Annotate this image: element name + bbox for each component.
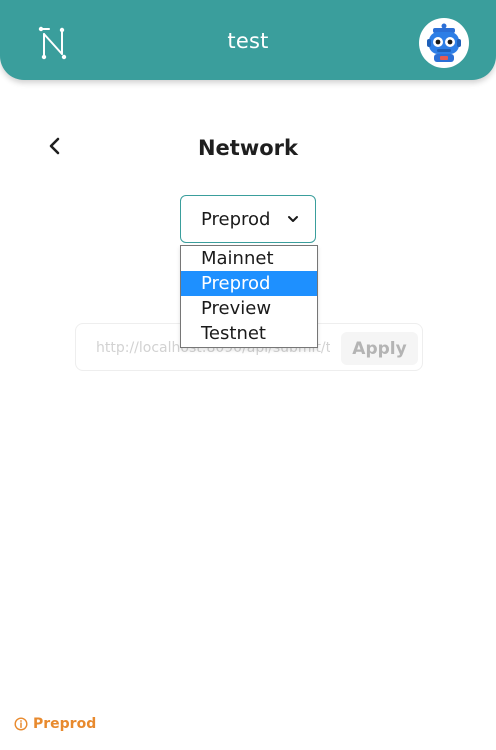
robot-avatar-icon[interactable] xyxy=(419,18,469,68)
page-title: Network xyxy=(197,136,298,160)
network-status: Preprod xyxy=(14,716,96,732)
option-mainnet[interactable]: Mainnet xyxy=(181,246,317,271)
info-circle-icon xyxy=(14,717,28,731)
app-header: test xyxy=(0,0,496,80)
network-dropdown-list: Mainnet Preprod Preview Testnet xyxy=(180,245,318,348)
chevron-down-icon xyxy=(288,216,298,222)
network-select-value: Preprod xyxy=(201,209,271,230)
apply-button[interactable]: Apply xyxy=(341,332,418,365)
option-preprod[interactable]: Preprod xyxy=(181,271,317,296)
option-testnet[interactable]: Testnet xyxy=(181,321,317,346)
network-status-label: Preprod xyxy=(33,716,97,732)
network-select[interactable]: Preprod xyxy=(180,195,316,243)
option-preview[interactable]: Preview xyxy=(181,296,317,321)
